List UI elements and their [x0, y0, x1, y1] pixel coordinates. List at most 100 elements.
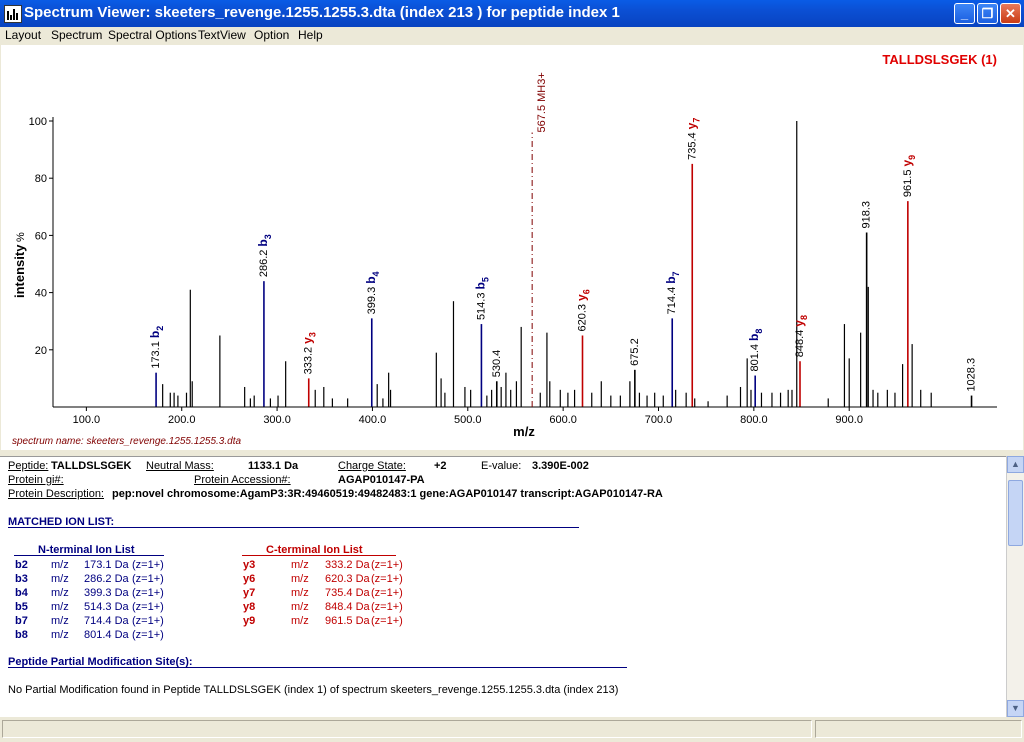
c-terminal-ion-value: 735.4 Da	[325, 587, 370, 599]
spectrum-icon[interactable]	[4, 5, 22, 23]
c-terminal-ion-name: y9	[243, 615, 256, 627]
menu-spectral-options[interactable]: Spectral Options	[108, 28, 197, 42]
ion-label: b	[664, 276, 678, 283]
neutral-mass-label: Neutral Mass:	[146, 460, 214, 472]
protein-gi-label: Protein gi#:	[8, 474, 64, 486]
ion-index: 4	[371, 271, 381, 276]
x-tick-label: 200.0	[168, 414, 196, 426]
n-terminal-ion-mz-label: m/z	[51, 559, 69, 571]
c-terminal-ion-charge: (z=1+)	[371, 573, 403, 585]
x-axis-label: m/z	[513, 424, 535, 439]
charge-state-label: Charge State:	[338, 460, 406, 472]
peak-mz-label: 675.2	[629, 338, 641, 366]
menu-help[interactable]: Help	[298, 28, 323, 42]
n-terminal-ion-charge: (z=1+)	[132, 629, 164, 641]
peak-label: 173.1 b2	[148, 326, 165, 369]
n-terminal-ion-value: 801.4 Da	[84, 629, 129, 641]
peak-label-group: 173.1 b2	[148, 326, 165, 369]
peak-mz-label: 1028.3	[966, 358, 978, 392]
text-pane-scrollbar[interactable]: ▲ ▼	[1006, 456, 1024, 717]
peptide-value: TALLDSLSGEK	[51, 460, 132, 472]
c-terminal-ion-charge: (z=1+)	[371, 587, 403, 599]
scrollbar-thumb[interactable]	[1008, 480, 1023, 546]
c-terminal-ion-charge: (z=1+)	[371, 559, 403, 571]
ion-label: b	[473, 282, 487, 289]
scroll-down-icon[interactable]: ▼	[1007, 700, 1024, 717]
n-terminal-rule	[14, 555, 164, 556]
peak-label: 530.4	[491, 350, 503, 378]
menu-textview[interactable]: TextView	[198, 28, 246, 42]
title-bar[interactable]: Spectrum Viewer: skeeters_revenge.1255.1…	[0, 0, 1024, 27]
scroll-up-icon[interactable]: ▲	[1007, 456, 1024, 473]
y-tick-label: 60	[35, 230, 47, 242]
peak-mz-label: 735.4	[686, 132, 698, 160]
neutral-mass-value: 1133.1 Da	[248, 460, 299, 472]
spectrum-chart[interactable]: 173.1b2286.2b3333.2y3399.3b4514.3b5530.4…	[1, 45, 1023, 450]
spectrum-plot-pane[interactable]: 173.1b2 286.2b3 333.2y3 399.3b4 514.3b5 530.4…	[1, 45, 1023, 450]
menu-spectrum[interactable]: Spectrum	[51, 28, 102, 42]
n-terminal-ion-charge: (z=1+)	[132, 573, 164, 585]
n-terminal-ion-charge: (z=1+)	[132, 601, 164, 613]
protein-accession-label: Protein Accession#:	[194, 474, 291, 486]
n-terminal-ion-mz-label: m/z	[51, 587, 69, 599]
axes-layer: 20 40 60 80 100 100.0 200.0 300.0 400.0 500.0 600.…	[29, 116, 997, 426]
c-terminal-ion-mz-label: m/z	[291, 615, 309, 627]
text-view-pane[interactable]: Peptide: TALLDSLSGEK Neutral Mass: 1133.…	[0, 456, 1006, 718]
n-terminal-ion-mz-label: m/z	[51, 601, 69, 613]
menu-option[interactable]: Option	[254, 28, 289, 42]
minimize-button[interactable]: _	[954, 3, 975, 24]
status-bar	[0, 717, 1024, 742]
peak-label-group: 333.2y3	[301, 332, 318, 374]
ion-index: 2	[155, 326, 165, 331]
c-terminal-ion-mz-label: m/z	[291, 601, 309, 613]
peak-label-group: 735.4y7	[684, 118, 701, 160]
peak-label: 333.2y3	[301, 332, 318, 374]
section-rule	[8, 527, 579, 528]
x-tick-label: 100.0	[73, 414, 101, 426]
c-terminal-rule	[242, 555, 396, 556]
c-terminal-ion-name: y8	[243, 601, 256, 613]
ion-index: 8	[799, 315, 809, 320]
status-panel-main	[2, 720, 812, 738]
y-axis-label: intensity	[12, 244, 27, 298]
peak-label-group: 530.4	[491, 350, 503, 378]
protein-accession-value: AGAP010147-PA	[338, 474, 425, 486]
n-terminal-ion-value: 173.1 Da	[84, 559, 129, 571]
n-terminal-ion-mz-label: m/z	[51, 573, 69, 585]
ion-label: b	[256, 239, 270, 246]
n-terminal-ion-name: b5	[15, 601, 28, 613]
ion-index: 9	[907, 155, 917, 160]
peak-mz-label: 514.3	[475, 293, 487, 321]
peak-label: 714.4 b7	[664, 271, 681, 314]
maximize-button[interactable]: ❐	[977, 3, 998, 24]
c-terminal-ion-value: 333.2 Da	[325, 559, 370, 571]
n-terminal-ion-value: 399.3 Da	[84, 587, 129, 599]
x-tick-label: 600.0	[549, 414, 577, 426]
ion-index: 7	[691, 118, 701, 123]
peak-label: 918.3	[861, 201, 873, 229]
peak-mz-label: 530.4	[491, 350, 503, 378]
peptide-label-text: Peptide:	[8, 460, 49, 472]
n-terminal-ion-mz-label: m/z	[51, 615, 69, 627]
peak-mz-label: 399.3	[366, 287, 378, 315]
peak-mz-label: 286.2	[258, 250, 270, 278]
n-terminal-ion-charge: (z=1+)	[132, 559, 164, 571]
peak-label-group: 620.3y6	[574, 289, 591, 331]
peak-mz-label: 801.4	[749, 344, 761, 372]
modification-text: No Partial Modification found in Peptide…	[8, 684, 619, 696]
peak-label-group: 514.3 b5	[473, 277, 490, 320]
peak-mz-label: 714.4	[666, 287, 678, 315]
status-panel-secondary	[815, 720, 1022, 738]
c-terminal-ion-value: 848.4 Da	[325, 601, 370, 613]
close-button[interactable]: ✕	[1000, 3, 1021, 24]
evalue-value: 3.390E-002	[532, 460, 589, 472]
protein-description-label: Protein Description:	[8, 488, 104, 500]
n-terminal-ion-charge: (z=1+)	[132, 615, 164, 627]
c-terminal-ion-value: 620.3 Da	[325, 573, 370, 585]
menu-layout[interactable]: Layout	[5, 28, 41, 42]
c-terminal-ion-mz-label: m/z	[291, 559, 309, 571]
peak-label: 735.4y7	[684, 118, 701, 160]
ion-index: 3	[263, 234, 273, 239]
ion-index: 5	[480, 277, 490, 282]
y-tick-label: 80	[35, 173, 47, 185]
